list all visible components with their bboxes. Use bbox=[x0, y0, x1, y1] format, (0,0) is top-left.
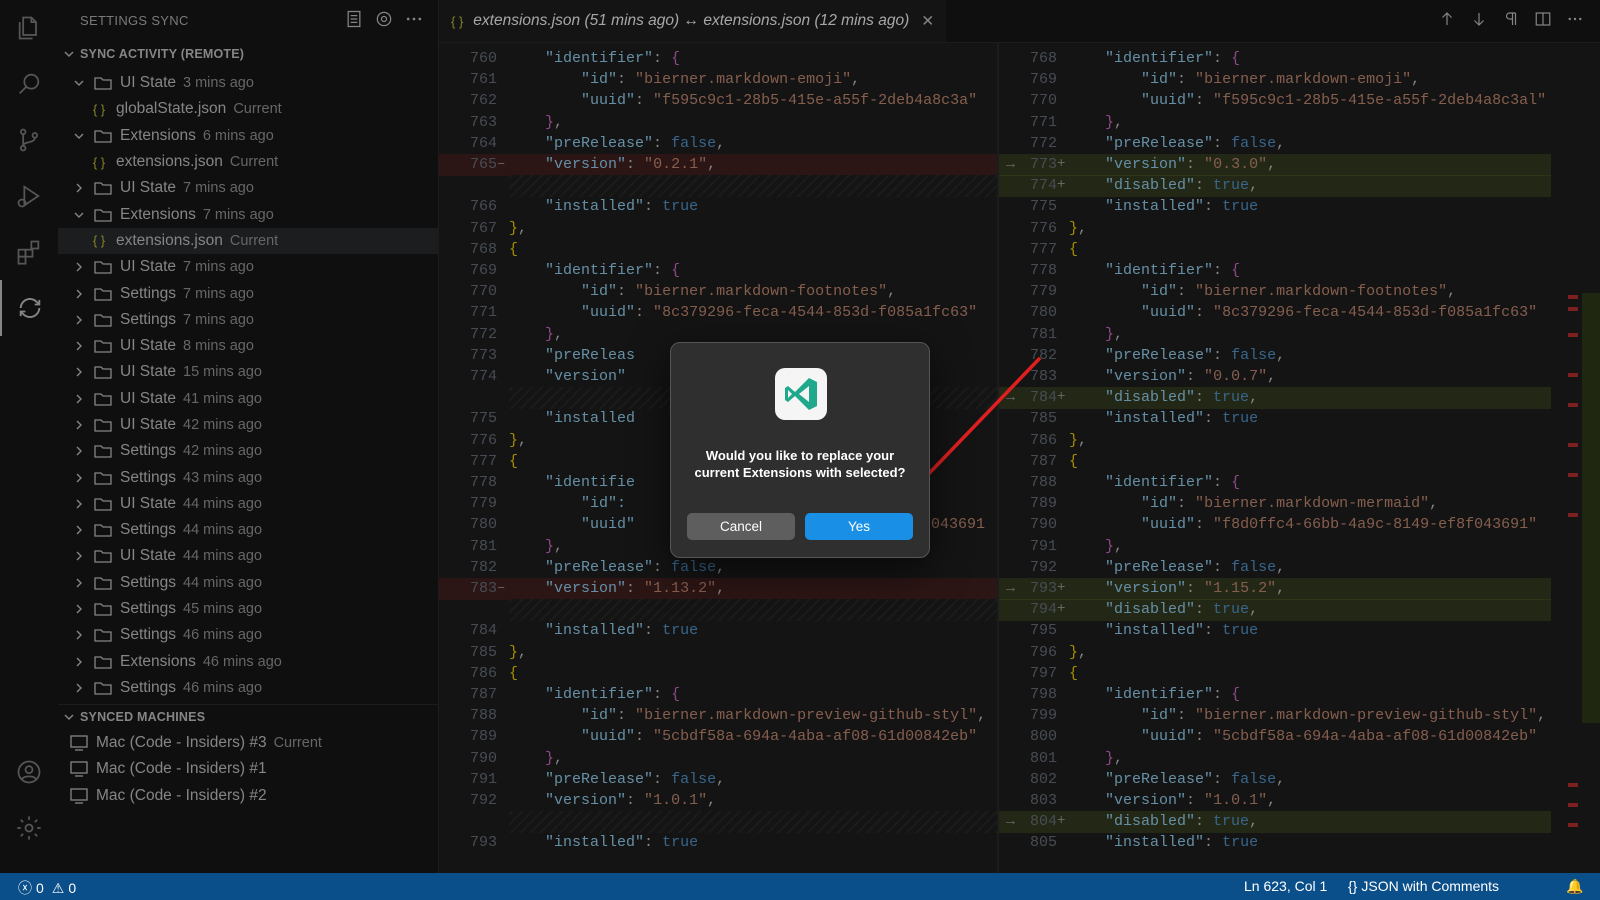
cancel-button[interactable]: Cancel bbox=[687, 513, 795, 540]
status-bar: ⓧ 0 ⚠ 0 Ln 623, Col 1 {} JSON with Comme… bbox=[0, 873, 1600, 900]
dialog-message: Would you like to replace your current E… bbox=[694, 448, 906, 480]
warning-count: 0 bbox=[68, 880, 77, 896]
error-count: 0 bbox=[36, 880, 44, 896]
confirm-dialog: Would you like to replace your current E… bbox=[670, 342, 930, 558]
bell-icon[interactable]: 🔔 bbox=[1566, 878, 1583, 895]
yes-button[interactable]: Yes bbox=[805, 513, 913, 540]
language-mode[interactable]: {} JSON with Comments bbox=[1348, 878, 1499, 894]
cursor-position[interactable]: Ln 623, Col 1 bbox=[1244, 878, 1327, 894]
language-label: JSON with Comments bbox=[1361, 878, 1500, 894]
braces-icon: {} bbox=[1348, 878, 1358, 894]
error-icon: ⓧ bbox=[18, 880, 32, 896]
vscode-insiders-logo bbox=[775, 368, 827, 420]
problems-indicator[interactable]: ⓧ 0 ⚠ 0 bbox=[18, 878, 76, 898]
warning-icon: ⚠ bbox=[51, 879, 65, 896]
